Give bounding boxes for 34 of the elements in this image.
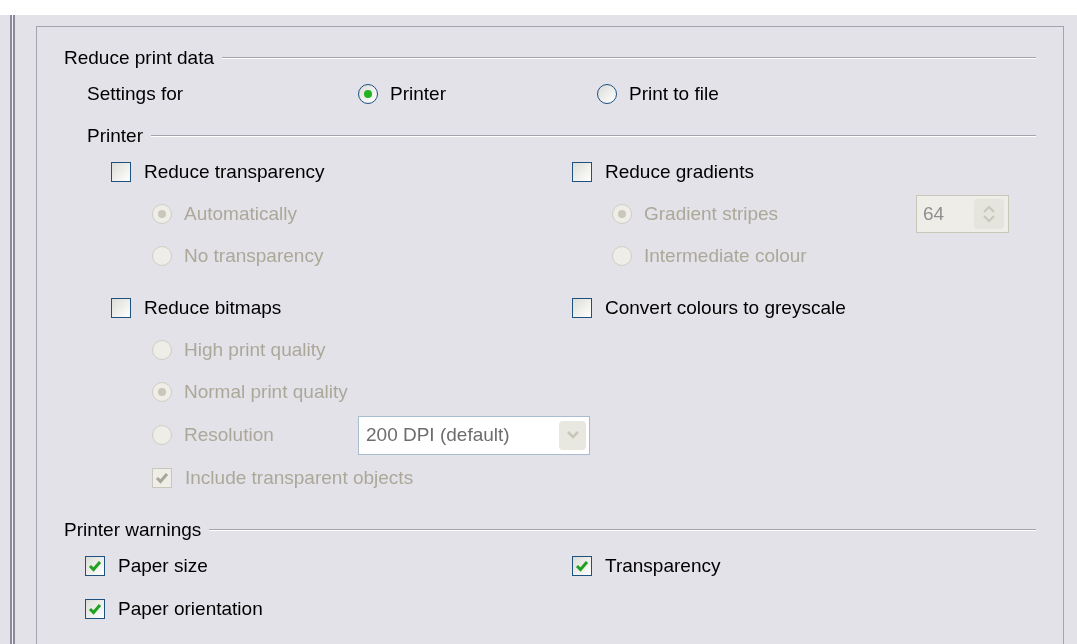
checkbox[interactable] <box>572 298 592 318</box>
checkbox[interactable] <box>572 556 592 576</box>
group-heading: Printer warnings <box>64 517 203 542</box>
group-heading: Printer <box>87 123 144 148</box>
radio-button[interactable] <box>597 84 617 104</box>
radio-button[interactable] <box>358 84 378 104</box>
checkbox-label: Paper orientation <box>118 596 263 621</box>
checkbox[interactable] <box>111 162 131 182</box>
radio-label: Gradient stripes <box>644 201 779 226</box>
checkbox-label: Transparency <box>605 553 721 578</box>
radio-label: Automatically <box>184 201 297 226</box>
checkbox-label: Reduce bitmaps <box>144 295 282 320</box>
radio-label: High print quality <box>184 337 326 362</box>
checkbox[interactable] <box>85 556 105 576</box>
field-label: Settings for <box>87 81 185 106</box>
checkbox-label: Include transparent objects <box>185 465 414 490</box>
checkbox-label: Paper size <box>118 553 208 578</box>
radio-label: No transparency <box>184 243 324 268</box>
checkbox[interactable] <box>111 298 131 318</box>
checkbox-label: Reduce transparency <box>144 159 325 184</box>
group-heading: Reduce print data <box>64 45 215 70</box>
checkbox[interactable] <box>572 162 592 182</box>
radio-label: Printer <box>390 81 446 106</box>
radio-label: Normal print quality <box>184 379 348 404</box>
check-icon <box>155 471 169 485</box>
radio-label: Resolution <box>184 422 274 447</box>
checkbox[interactable] <box>85 599 105 619</box>
radio-label: Print to file <box>629 81 719 106</box>
checkbox-label: Reduce gradients <box>605 159 754 184</box>
radio-label: Intermediate colour <box>644 243 807 268</box>
checkbox-label: Convert colours to greyscale <box>605 295 846 320</box>
check-icon <box>88 602 102 616</box>
check-icon <box>575 559 589 573</box>
check-icon <box>88 559 102 573</box>
